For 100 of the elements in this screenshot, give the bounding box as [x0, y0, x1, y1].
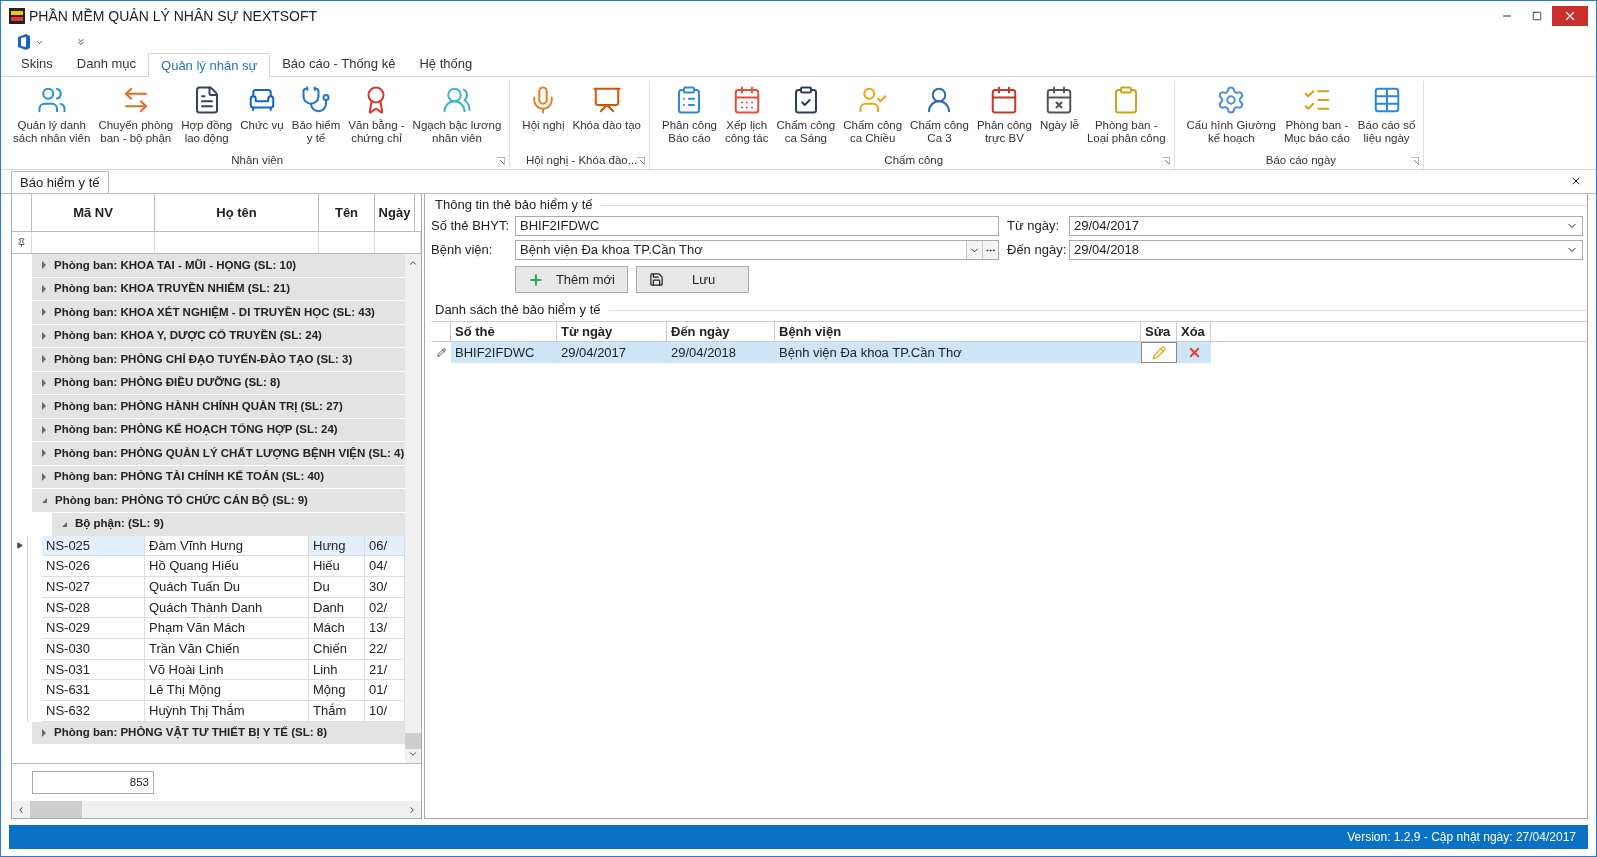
ribbon-group-title: Báo cáo ngày	[1265, 153, 1337, 169]
table-cell: Huỳnh Thị Thắm	[145, 701, 309, 722]
expand-arrow-icon[interactable]	[42, 425, 46, 434]
horizontal-scrollbar[interactable]	[12, 801, 421, 818]
ribbon-button[interactable]: Chấm công ca Chiều	[839, 81, 907, 153]
expand-arrow-icon[interactable]	[42, 449, 46, 458]
column-header[interactable]: Từ ngày	[557, 322, 667, 341]
table-cell: Võ Hoài Linh	[145, 659, 309, 681]
dialog-launcher-icon[interactable]	[497, 157, 506, 165]
column-header[interactable]: Mã NV	[32, 194, 155, 231]
vertical-scrollbar[interactable]	[405, 254, 421, 763]
ribbon-button[interactable]: Bảo hiểm y tế	[287, 81, 345, 153]
ribbon-button[interactable]: Xếp lịch công tác	[720, 81, 773, 153]
scrollbar-thumb[interactable]	[405, 733, 421, 749]
table-cell: Chiến	[309, 638, 365, 660]
subgroup-row[interactable]: Bộ phận: (SL: 9)	[52, 512, 405, 536]
close-button[interactable]	[1552, 6, 1588, 26]
group-row[interactable]: Phòng ban: PHÒNG CHỈ ĐẠO TUYẾN-ĐÀO TẠO (SL: 3)	[32, 348, 405, 372]
group-row[interactable]: Phòng ban: PHÒNG ĐIỀU DƯỠNG (SL: 8)	[32, 371, 405, 395]
group-row[interactable]: Phòng ban: PHÒNG KẾ HOẠCH TỔNG HỢP (SL: 24)	[32, 418, 405, 442]
group-row[interactable]: Phòng ban: PHÒNG HÀNH CHÍNH QUẢN TRỊ (SL: 27)	[32, 395, 405, 419]
group-row[interactable]: Phòng ban: PHÒNG QUẢN LÝ CHẤT LƯỢNG BỆNH VIỆN (SL: 4)	[32, 442, 405, 466]
app-logo-icon	[9, 8, 25, 24]
ribbon-button[interactable]: Chấm công Ca 3	[906, 81, 973, 153]
ribbon-button[interactable]: Chức vụ	[236, 81, 288, 153]
scroll-down-icon[interactable]	[408, 749, 418, 759]
expand-arrow-icon[interactable]	[42, 261, 46, 270]
ribbon-button[interactable]: Ngạch bậc lương nhân viên	[408, 81, 506, 153]
column-header[interactable]: Ngày	[375, 194, 415, 231]
ribbon-tab[interactable]: Skins	[9, 52, 65, 76]
ribbon-button[interactable]: Ngày lễ	[1035, 81, 1083, 153]
ribbon-tab[interactable]: Danh mục	[64, 52, 149, 76]
expand-arrow-icon[interactable]	[42, 355, 46, 364]
dialog-launcher-icon[interactable]	[1411, 157, 1420, 165]
document-tab[interactable]: Báo hiểm y tế	[11, 171, 109, 193]
group-row[interactable]: Phòng ban: KHOA TRUYỀN NHIỄM (SL: 21)	[32, 277, 405, 301]
dialog-launcher-icon[interactable]	[636, 157, 645, 165]
expand-arrow-icon[interactable]	[42, 728, 46, 737]
ribbon-tab[interactable]: Báo cáo - Thống kê	[270, 52, 408, 76]
column-header[interactable]: Họ tên	[155, 194, 319, 231]
section-title: Thông tin thẻ bảo hiểm y tế	[434, 196, 594, 215]
customize-menu-icon[interactable]	[76, 37, 86, 47]
table-cell: Mách	[309, 618, 365, 639]
ribbon-button[interactable]: Hợp đồng lao động	[177, 81, 237, 153]
column-header[interactable]: Số thẻ	[451, 322, 557, 341]
scrollbar-thumb[interactable]	[30, 801, 82, 818]
dialog-launcher-icon[interactable]	[1161, 157, 1170, 165]
card-number-field[interactable]: BHIF2IFDWC	[515, 216, 999, 236]
group-row[interactable]: Phòng ban: KHOA TAI - MŨI - HỌNG (SL: 10)	[32, 254, 405, 278]
scroll-left-icon[interactable]	[16, 804, 26, 815]
window-title: PHẦN MỀM QUẢN LÝ NHÂN SỰ NEXTSOFT	[29, 6, 318, 26]
ribbon-tab[interactable]: Hệ thống	[407, 52, 485, 76]
column-header[interactable]: Sửa	[1141, 322, 1177, 341]
expand-arrow-icon[interactable]	[42, 472, 46, 481]
close-icon[interactable]	[1570, 175, 1582, 187]
column-header[interactable]: Bệnh viện	[775, 322, 1141, 341]
ribbon-tab[interactable]: Quản lý nhân sự	[148, 53, 271, 77]
filter-pin-icon[interactable]	[17, 238, 26, 247]
ribbon-button[interactable]: Chuyển phòng ban - bộ phận	[94, 81, 178, 153]
save-button[interactable]: Lưu	[636, 266, 749, 293]
from-date-field[interactable]: 29/04/2017	[1069, 216, 1583, 236]
scroll-up-icon[interactable]	[408, 258, 418, 268]
table-cell: NS-025	[42, 535, 145, 557]
expand-arrow-icon[interactable]	[62, 521, 67, 527]
field-label: Từ ngày:	[1006, 217, 1061, 236]
expand-arrow-icon[interactable]	[42, 402, 46, 411]
group-row[interactable]: Phòng ban: PHÒNG TÀI CHÍNH KẾ TOÁN (SL: 40)	[32, 465, 405, 489]
add-button[interactable]: Thêm mới	[515, 266, 628, 293]
ribbon-button[interactable]: Hội nghị	[518, 81, 569, 153]
ribbon-button[interactable]: Phân công trực BV	[972, 81, 1036, 153]
ribbon-button[interactable]: Phòng ban - Mục báo cáo	[1279, 81, 1354, 153]
group-row[interactable]: Phòng ban: PHÒNG VẬT TƯ THIẾT BỊ Y TẾ (SL: 8)	[32, 721, 405, 746]
group-row[interactable]: Phòng ban: KHOA XÉT NGHIỆM - DI TRUYỀN HỌC (SL: 43)	[32, 301, 405, 325]
office-logo-icon[interactable]	[17, 34, 44, 50]
ribbon-button[interactable]: Báo cáo số liệu ngày	[1353, 81, 1420, 153]
person-check-icon	[857, 85, 888, 115]
ribbon-button[interactable]: Cấu hình Giường kế hoạch	[1182, 81, 1280, 153]
expand-arrow-icon[interactable]	[42, 284, 46, 293]
close-icon	[1563, 9, 1577, 23]
group-row[interactable]: Phòng ban: KHOA Y, DƯỢC CỔ TRUYỀN (SL: 24)	[32, 324, 405, 348]
group-row[interactable]: Phòng ban: PHÒNG TỔ CHỨC CÁN BỘ (SL: 9)	[32, 489, 405, 513]
table-cell: 04/	[365, 556, 405, 577]
expand-arrow-icon[interactable]	[42, 378, 46, 387]
scroll-right-icon[interactable]	[407, 804, 417, 815]
ribbon-button[interactable]: Chấm công ca Sáng	[772, 81, 840, 153]
ribbon-button[interactable]: Văn bằng - chứng chỉ	[344, 81, 409, 153]
table-cell: Quách Tuấn Du	[145, 576, 309, 598]
to-date-field[interactable]: 29/04/2018	[1069, 240, 1583, 260]
ribbon-button[interactable]: Phân công Báo cáo	[657, 81, 721, 153]
table-cell: Hưng	[309, 535, 365, 557]
column-header[interactable]: Đến ngày	[667, 322, 775, 341]
ribbon-button[interactable]: Khóa đào tạo	[568, 81, 645, 153]
column-header[interactable]: Tên	[319, 194, 375, 231]
hospital-field[interactable]: Bệnh viện Đa khoa TP.Cần Thơ	[515, 240, 999, 260]
ribbon-button[interactable]: Phòng ban - Loại phân công	[1082, 81, 1170, 153]
expand-arrow-icon[interactable]	[42, 308, 46, 317]
expand-arrow-icon[interactable]	[42, 331, 46, 340]
expand-arrow-icon[interactable]	[42, 497, 47, 503]
column-header[interactable]: Xóa	[1177, 322, 1211, 341]
ribbon-button[interactable]: Quản lý danh sách nhân viên	[9, 81, 95, 153]
